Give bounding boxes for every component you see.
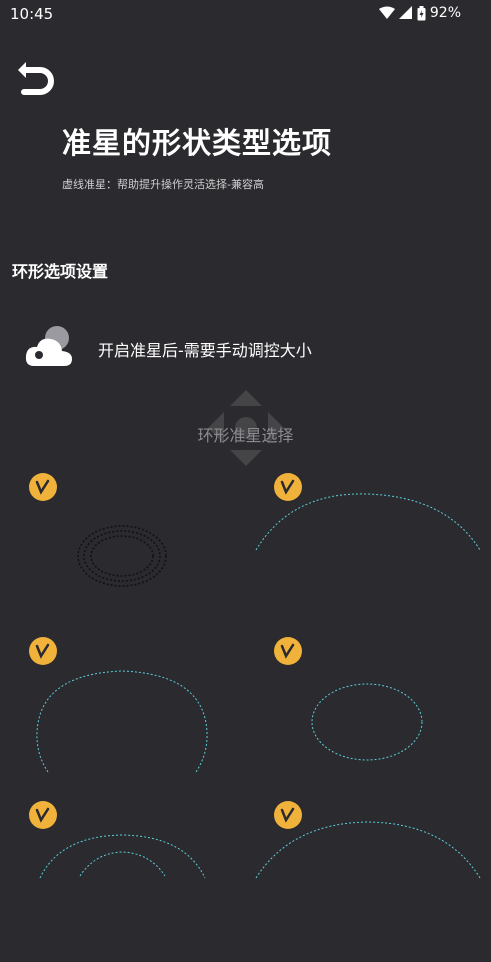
crosshair-option-4[interactable] <box>246 634 491 798</box>
dashed-ellipse-shape <box>311 683 423 761</box>
ring-select-label: 环形准星选择 <box>197 426 294 445</box>
section-title: 环形选项设置 <box>12 262 109 281</box>
status-time: 10:45 <box>10 5 54 23</box>
crosshair-option-5[interactable] <box>0 798 245 962</box>
wifi-icon <box>378 6 395 19</box>
status-icons: 92% <box>378 5 461 21</box>
dashed-arc-shape <box>255 493 481 551</box>
crosshair-option-3[interactable] <box>0 634 245 798</box>
battery-icon <box>417 5 426 20</box>
dashed-oval-shape <box>36 670 208 773</box>
cloud-moon-icon <box>25 326 72 366</box>
page-subtitle: 虚线准星：帮助提升操作灵活选择-兼容高 <box>62 178 264 191</box>
dashed-double-arc-shape <box>39 834 206 879</box>
battery-percent: 92% <box>429 5 461 21</box>
page-title: 准星的形状类型选项 <box>62 126 333 160</box>
back-icon[interactable] <box>14 56 58 100</box>
status-bar: 10:45 92% <box>0 0 491 28</box>
crosshair-option-2[interactable] <box>246 470 491 634</box>
signal-icon <box>398 6 412 19</box>
crosshair-option-1[interactable] <box>0 470 245 634</box>
crosshair-option-6[interactable] <box>246 798 491 962</box>
setting-label: 开启准星后-需要手动调控大小 <box>98 341 312 360</box>
dashed-wide-arc-shape <box>255 821 481 879</box>
dashed-ring-shape <box>77 525 167 587</box>
